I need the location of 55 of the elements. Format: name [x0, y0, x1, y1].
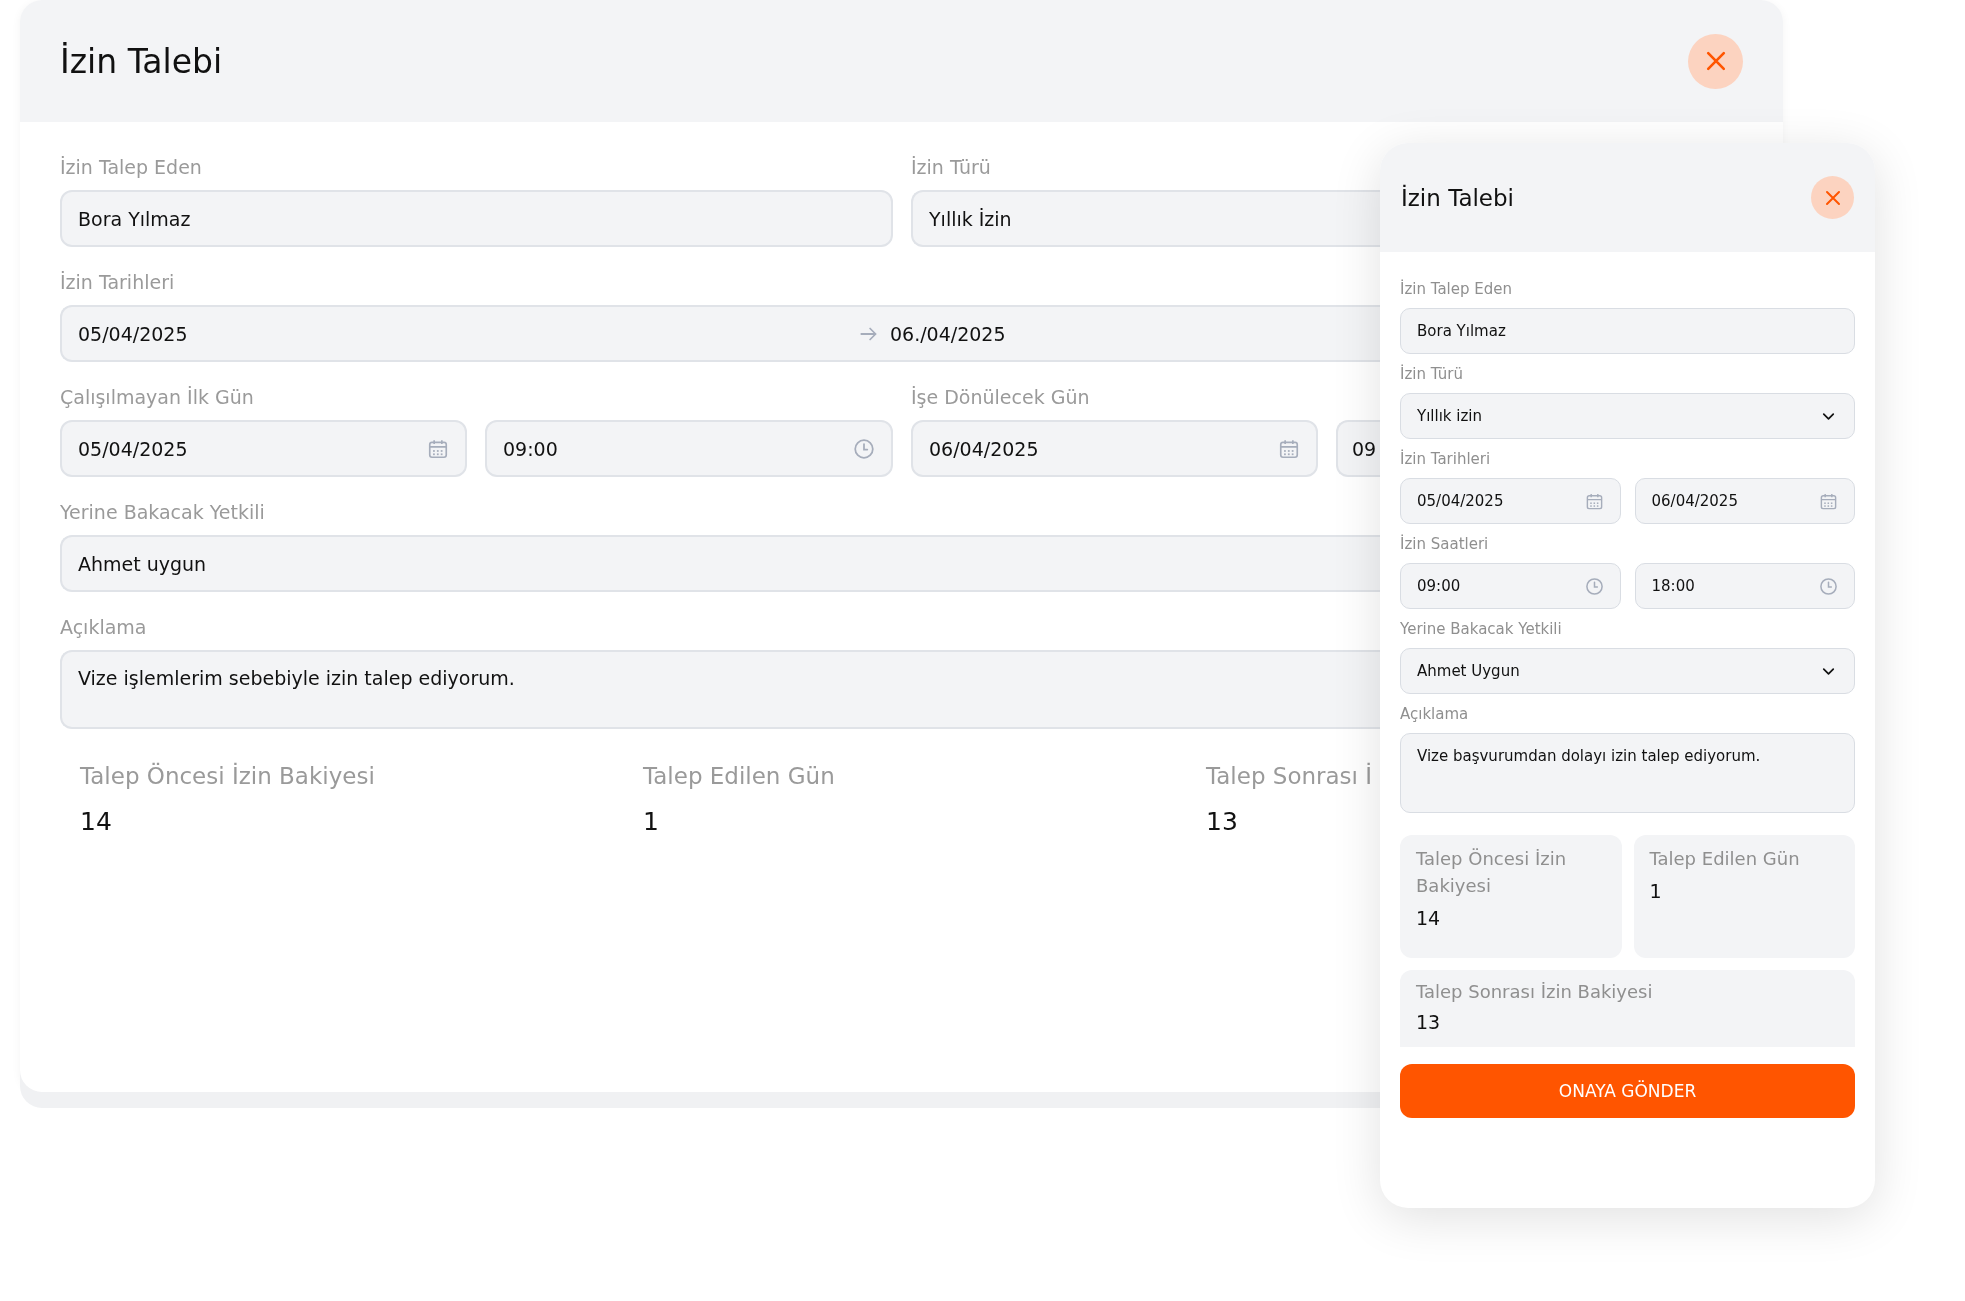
stat-value: 13 — [1206, 807, 1239, 836]
clock-icon — [853, 437, 875, 460]
date-field[interactable]: 05/04/2025 — [60, 420, 467, 477]
stat-value: 13 — [1416, 1011, 1442, 1033]
text-area[interactable]: Vize işlemlerim sebebiyle izin talep ediyorum. — [60, 650, 1380, 729]
stat-label: Talep Edilen Gün — [1649, 847, 1801, 871]
field-label: İzin Tarihleri — [60, 270, 176, 295]
stat-value: 14 — [80, 807, 113, 836]
text-field[interactable]: Ahmet uygun — [60, 535, 1380, 592]
calendar-icon — [427, 437, 449, 460]
time-field[interactable]: 09:00 — [1400, 563, 1621, 609]
field-label: İzin Talep Eden — [60, 155, 203, 180]
calendar-icon — [1819, 491, 1838, 511]
dropdown-field[interactable]: Yıllık izin — [1400, 393, 1855, 439]
field-label: İşe Dönülecek Gün — [911, 385, 1091, 410]
stat-label: Talep Sonrası İ — [1206, 763, 1374, 789]
date-field[interactable]: 06/04/2025 — [911, 420, 1318, 477]
date-range-field[interactable]: 05/04/2025 06./04/2025 — [60, 305, 1380, 362]
date-field[interactable]: 06/04/2025 — [1634, 478, 1855, 524]
time-field[interactable]: 18:00 — [1634, 563, 1855, 609]
dialog-title: İzin Talebi — [60, 41, 223, 81]
stat-value: 1 — [643, 807, 660, 836]
stat-label: Talep Öncesi İzin Bakiyesi — [80, 763, 376, 789]
text-field[interactable]: Bora Yılmaz — [1400, 308, 1855, 354]
field-label: İzin Türü — [1400, 364, 1465, 384]
stat-value: 1 — [1649, 880, 1663, 902]
field-label: Yerine Bakacak Yetkili — [1400, 619, 1563, 639]
stat-value: 14 — [1416, 907, 1442, 929]
field-label: Açıklama — [60, 615, 148, 640]
field-label: İzin Tarihleri — [1400, 449, 1492, 469]
close-button[interactable] — [1688, 33, 1743, 89]
stat-label: Talep Edilen Gün — [643, 763, 836, 789]
calendar-icon — [1584, 491, 1604, 511]
clock-icon — [1584, 576, 1604, 596]
clock-icon — [1819, 576, 1838, 596]
date-field[interactable]: 05/04/2025 — [1400, 478, 1621, 524]
text-area[interactable]: Vize başvurumdan dolayı izin talep ediyorum. — [1400, 733, 1855, 813]
calendar-icon — [1278, 437, 1300, 460]
text-field[interactable]: Bora Yılmaz — [60, 190, 893, 247]
time-field[interactable]: 09:00 — [485, 420, 893, 477]
close-button[interactable] — [1811, 176, 1854, 219]
dialog-title: İzin Talebi — [1401, 184, 1514, 211]
dropdown-field[interactable]: Ahmet Uygun — [1400, 648, 1855, 694]
field-label: Yerine Bakacak Yetkili — [60, 500, 266, 525]
text-field[interactable]: Yıllık İzin — [911, 190, 1380, 247]
time-field[interactable]: 09 — [1336, 420, 1380, 477]
start-date: 05/04/2025 — [78, 322, 189, 345]
stat-label: Talep Öncesi İzin Bakiyesi — [1416, 847, 1568, 898]
field-label: İzin Türü — [911, 155, 992, 180]
field-label: İzin Talep Eden — [1400, 279, 1514, 299]
stat-label: Talep Sonrası İzin Bakiyesi — [1416, 980, 1654, 1004]
field-label: Açıklama — [1400, 704, 1470, 724]
end-date: 06./04/2025 — [890, 322, 1006, 345]
field-label: İzin Saatleri — [1400, 534, 1490, 554]
field-label: Çalışılmayan İlk Gün — [60, 385, 255, 410]
